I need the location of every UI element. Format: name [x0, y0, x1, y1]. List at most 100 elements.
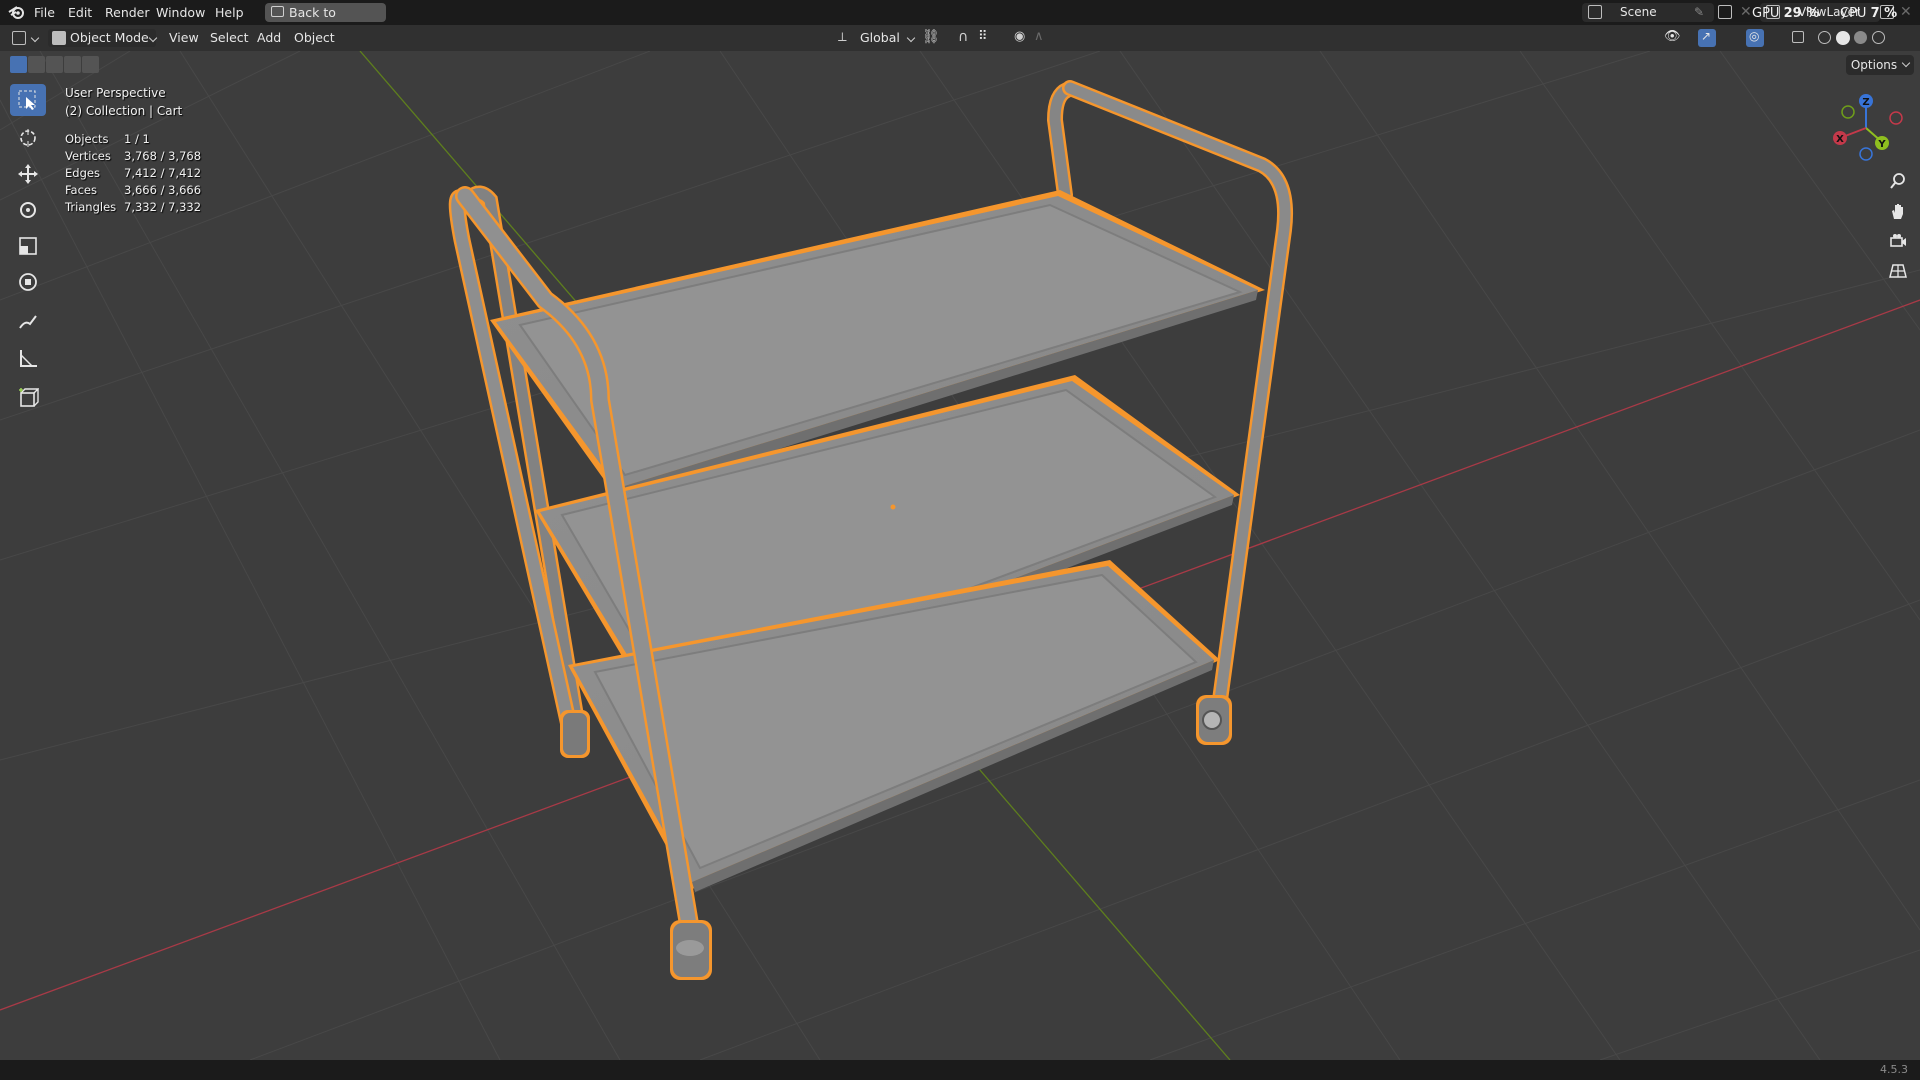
cursor-icon	[20, 129, 36, 147]
chevron-down-icon	[30, 33, 40, 43]
menu-help[interactable]: Help	[215, 0, 244, 25]
move-icon	[18, 164, 38, 184]
zoom-button[interactable]	[1885, 168, 1911, 194]
menu-file[interactable]: File	[34, 0, 55, 25]
menu-render[interactable]: Render	[105, 0, 150, 25]
annotate-icon	[19, 315, 37, 329]
tool-cursor[interactable]	[10, 122, 46, 154]
orientation-icon: ⟂	[838, 30, 847, 45]
grid-icon	[1889, 264, 1907, 278]
viewport-icon	[12, 31, 26, 45]
menu-edit[interactable]: Edit	[68, 0, 92, 25]
add-cube-icon	[19, 388, 39, 407]
navigation-gizmo[interactable]: Z Y X	[1826, 90, 1906, 166]
xray-icon	[1792, 31, 1804, 43]
z-axis-label: Z	[1862, 97, 1869, 108]
chevron-down-icon	[906, 33, 916, 43]
magnet-icon: ∩	[958, 29, 969, 45]
stat-label: Vertices	[65, 149, 111, 163]
neg-x-axis-handle[interactable]	[1889, 111, 1903, 125]
menu-object[interactable]: Object	[294, 29, 335, 47]
3d-viewport[interactable]	[0, 51, 1920, 1060]
tool-rotate[interactable]	[10, 194, 46, 226]
pin-icon[interactable]: ✎	[1694, 3, 1704, 22]
back-to-previous-button[interactable]: Back to Previous	[265, 3, 386, 39]
solid-shading-icon[interactable]	[1836, 31, 1850, 45]
close-scene-icon[interactable]: ✕	[1740, 4, 1752, 20]
proportional-editing-toggle[interactable]: ◉ ∧	[1012, 29, 1060, 47]
menu-view[interactable]: View	[169, 29, 199, 47]
falloff-icon: ∧	[1034, 29, 1044, 44]
pivot-point-dropdown[interactable]: ⛓	[920, 29, 950, 47]
object-origin	[890, 504, 896, 510]
scene-selector[interactable]: Scene ✎	[1582, 3, 1714, 22]
zoom-icon	[1890, 173, 1905, 189]
select-invert-button[interactable]	[64, 56, 81, 73]
chevron-down-icon	[148, 33, 158, 43]
tool-move[interactable]	[10, 158, 46, 190]
menu-add[interactable]: Add	[257, 29, 281, 47]
wireframe-shading-icon[interactable]	[1818, 31, 1831, 44]
viewport-header: Object Mode View Select Add Object ⟂ Glo…	[0, 25, 1920, 51]
tool-select-box[interactable]	[10, 84, 46, 116]
transform-icon	[19, 273, 37, 291]
snap-toggle[interactable]: ∩ ⠿	[956, 29, 1004, 47]
cpu-usage: CPU 7 %	[1840, 6, 1898, 21]
select-extend-button[interactable]	[28, 56, 45, 73]
snap-grid-icon: ⠿	[978, 29, 988, 44]
stat-value: 1 / 1	[124, 132, 150, 146]
stat-value: 3,768 / 3,768	[124, 149, 202, 163]
tool-annotate[interactable]	[10, 306, 46, 338]
version-label: 4.5.3	[1880, 1063, 1908, 1076]
pivot-icon: ⛓	[922, 29, 940, 45]
visibility-dropdown[interactable]: 👁	[1662, 29, 1692, 47]
top-menu-bar: File Edit Render Window Help Back to Pre…	[0, 0, 1920, 39]
tool-scale[interactable]	[10, 230, 46, 262]
view-perspective-label: User Perspective	[65, 86, 166, 100]
overlay-toggle[interactable]: ◎	[1746, 29, 1764, 47]
gizmo-icon: ↗	[1701, 29, 1712, 43]
stat-value: 3,666 / 3,666	[124, 183, 202, 197]
object-mode-icon	[52, 31, 66, 45]
tool-add-cube[interactable]	[10, 382, 46, 414]
gizmo-toggle[interactable]: ↗	[1698, 29, 1716, 47]
gpu-usage: GPU 29 %	[1752, 6, 1820, 21]
measure-icon	[20, 350, 37, 367]
y-axis-label: Y	[1877, 139, 1886, 150]
blender-logo-icon[interactable]	[8, 4, 26, 21]
transform-orientation-dropdown[interactable]: ⟂ Global	[836, 29, 916, 47]
scene-icon	[1588, 5, 1602, 19]
select-intersect-button[interactable]	[82, 56, 99, 73]
select-subtract-button[interactable]	[46, 56, 63, 73]
select-new-button[interactable]	[10, 56, 27, 73]
tool-transform[interactable]	[10, 266, 46, 298]
stat-label: Objects	[65, 132, 109, 146]
close-view-layer-icon[interactable]: ✕	[1900, 4, 1912, 20]
shading-modes[interactable]	[1816, 29, 1904, 47]
new-scene-icon[interactable]	[1718, 5, 1732, 19]
overlay-icon: ◎	[1749, 29, 1760, 43]
options-dropdown[interactable]: Options	[1846, 55, 1914, 75]
perspective-toggle-button[interactable]	[1885, 258, 1911, 284]
collection-label: (2) Collection | Cart	[65, 104, 183, 118]
status-bar	[0, 1060, 1920, 1080]
screen-icon	[271, 6, 284, 17]
menu-select[interactable]: Select	[210, 29, 249, 47]
rendered-shading-icon[interactable]	[1872, 31, 1885, 44]
editor-type-dropdown[interactable]	[10, 29, 42, 47]
tool-measure[interactable]	[10, 342, 46, 374]
mode-dropdown[interactable]: Object Mode	[48, 29, 158, 47]
eye-icon: 👁	[1664, 29, 1681, 44]
neg-y-axis-handle[interactable]	[1841, 105, 1855, 119]
material-shading-icon[interactable]	[1854, 31, 1867, 44]
menu-window[interactable]: Window	[156, 0, 205, 25]
camera-view-button[interactable]	[1885, 228, 1911, 254]
camera-icon	[1890, 234, 1906, 247]
stat-label: Faces	[65, 183, 97, 197]
stat-value: 7,332 / 7,332	[124, 200, 202, 214]
pan-button[interactable]	[1885, 198, 1911, 224]
xray-toggle[interactable]	[1792, 29, 1806, 47]
x-axis-label: X	[1836, 134, 1844, 145]
stat-label: Triangles	[65, 200, 117, 214]
neg-z-axis-handle[interactable]	[1859, 147, 1873, 161]
